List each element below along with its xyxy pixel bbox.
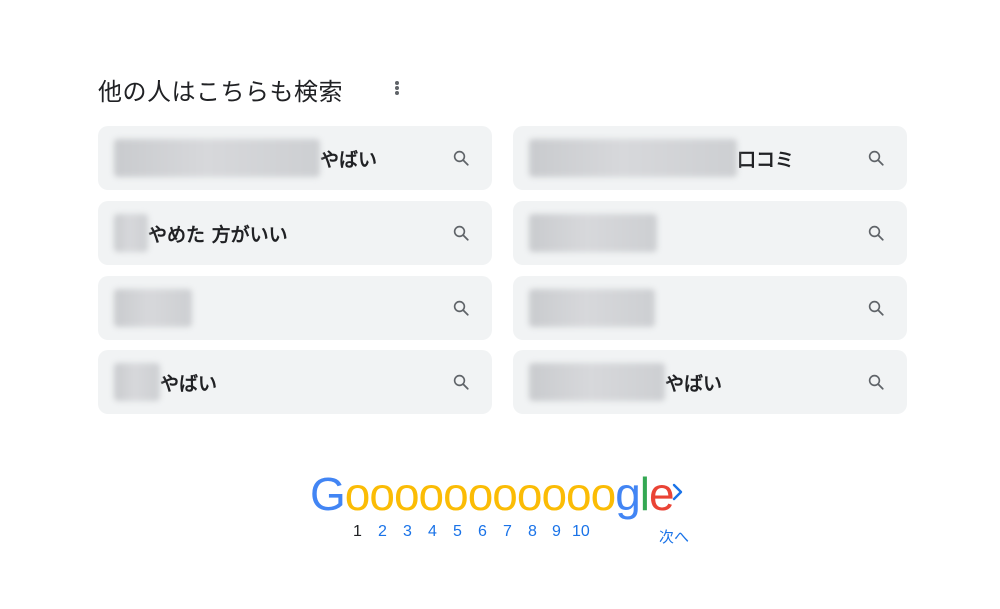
page-link[interactable]: 4 <box>428 523 437 541</box>
chip-label: やばい <box>320 148 378 171</box>
chip-label: やばい <box>160 372 218 395</box>
page-number-current: 1 <box>353 523 362 540</box>
redacted-text <box>529 363 665 401</box>
chip-label: やばい <box>665 372 723 395</box>
page-link[interactable]: 3 <box>403 523 412 541</box>
related-search-chip[interactable]: やめた 方がいい <box>98 201 492 265</box>
redacted-text <box>114 139 320 177</box>
search-icon <box>453 300 469 316</box>
page-link[interactable]: 8 <box>528 523 537 541</box>
chip-label: 口コミ <box>737 148 795 171</box>
related-search-chip[interactable] <box>513 276 907 340</box>
chip-label: やめた 方がいい <box>148 223 288 246</box>
related-search-chip[interactable]: やばい <box>98 350 492 414</box>
search-icon <box>453 374 469 390</box>
page-link[interactable]: 2 <box>378 523 387 541</box>
related-search-chip[interactable] <box>513 201 907 265</box>
redacted-text <box>114 214 148 252</box>
next-page-link[interactable]: 次へ <box>659 526 689 547</box>
chevron-right-icon[interactable] <box>667 482 687 502</box>
related-search-chip[interactable]: 口コミ <box>513 126 907 190</box>
search-icon <box>868 300 884 316</box>
google-pager-logo: Gooooooooooogle <box>310 466 675 522</box>
related-search-chip[interactable] <box>98 276 492 340</box>
page-link[interactable]: 7 <box>503 523 512 541</box>
redacted-text <box>114 289 192 327</box>
redacted-text <box>114 363 160 401</box>
related-search-chip[interactable]: やばい <box>513 350 907 414</box>
redacted-text <box>529 139 737 177</box>
logo-letter-g-lower: g <box>615 468 641 520</box>
page-link[interactable]: 5 <box>453 523 462 541</box>
search-icon <box>868 225 884 241</box>
logo-letters-o: ooooooooooo <box>344 468 616 520</box>
logo-letter-g: G <box>310 468 346 520</box>
page-link[interactable]: 10 <box>572 523 590 541</box>
section-title: 他の人はこちらも検索 <box>98 78 343 106</box>
page-link[interactable]: 9 <box>552 523 561 541</box>
page-link[interactable]: 6 <box>478 523 487 541</box>
related-search-chip[interactable]: やばい <box>98 126 492 190</box>
logo-letter-l: l <box>639 468 650 520</box>
more-vert-icon[interactable] <box>389 80 405 96</box>
redacted-text <box>529 214 657 252</box>
search-icon <box>453 225 469 241</box>
search-icon <box>868 150 884 166</box>
redacted-text <box>529 289 655 327</box>
search-icon <box>453 150 469 166</box>
search-icon <box>868 374 884 390</box>
